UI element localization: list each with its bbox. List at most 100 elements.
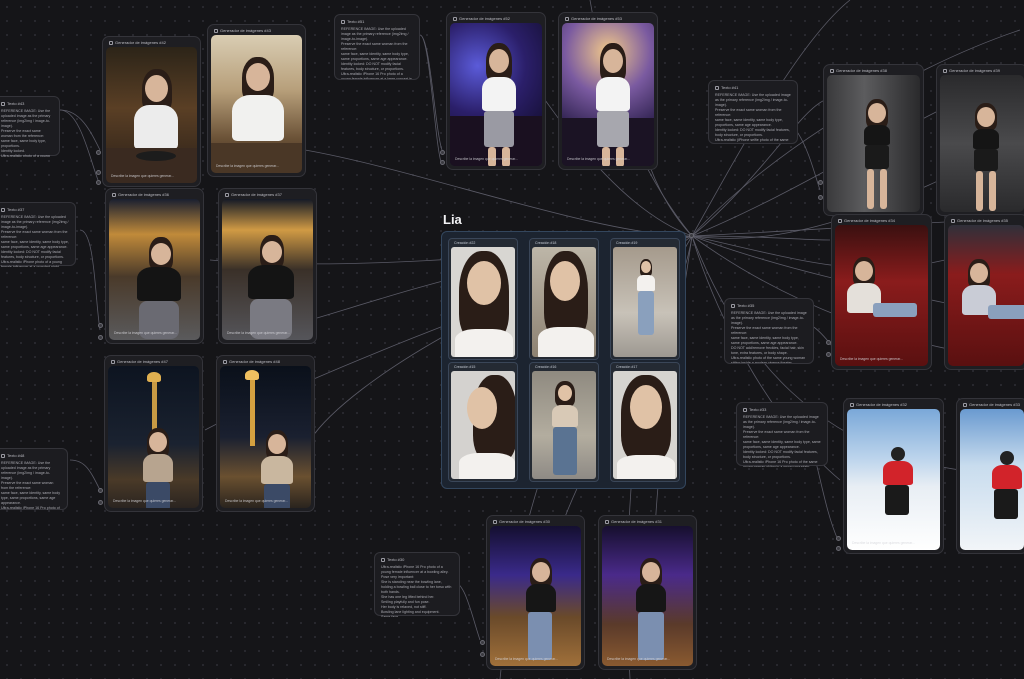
input-port[interactable] <box>836 546 841 551</box>
text-node-title: Texto #41 <box>721 85 739 90</box>
generated-image[interactable] <box>490 526 581 666</box>
image-generator-node[interactable]: Generador de imágenes #42 Describe la im… <box>102 36 201 187</box>
input-port[interactable] <box>98 500 103 505</box>
text-node-body: REFERENCE IMAGE: Use the uploaded image … <box>1 461 61 510</box>
image-generator-node[interactable]: Generador de imágenes #31 Describe la im… <box>598 515 697 670</box>
input-port[interactable] <box>836 536 841 541</box>
image-generator-node[interactable]: Generador de imágenes #33 <box>956 398 1024 554</box>
image-generator-node[interactable]: Generador de imágenes #52 Describe la im… <box>446 12 546 170</box>
prompt-caption: Describe la imagen que quieres generar..… <box>225 499 288 503</box>
input-port[interactable] <box>96 150 101 155</box>
text-node-body: REFERENCE IMAGE: Use the uploaded image … <box>1 215 69 267</box>
generated-image[interactable] <box>222 199 313 340</box>
input-port[interactable] <box>480 652 485 657</box>
generated-image[interactable] <box>108 366 199 508</box>
text-node-title: Texto #33 <box>749 407 767 412</box>
image-generator-node[interactable]: Generador de imágenes #35 <box>944 214 1024 370</box>
generated-image[interactable] <box>211 35 302 173</box>
generated-image[interactable] <box>827 75 920 212</box>
input-port[interactable] <box>818 195 823 200</box>
input-port[interactable] <box>98 335 103 340</box>
image-generator-node[interactable]: Generador de imágenes #43 Describe la im… <box>207 24 306 177</box>
creation-cell[interactable]: Creación #19 <box>610 238 680 360</box>
input-port[interactable] <box>96 180 101 185</box>
prompt-caption: Describe la imagen que quieres generar..… <box>455 157 518 161</box>
creation-cell[interactable]: Creación #15 <box>448 362 518 482</box>
image-generator-node[interactable]: Generador de imágenes #32 Describe la im… <box>843 398 944 554</box>
input-port[interactable] <box>440 150 445 155</box>
input-port[interactable] <box>96 170 101 175</box>
text-node[interactable]: Texto #48 REFERENCE IMAGE: Use the uploa… <box>0 448 68 510</box>
image-icon <box>453 16 457 21</box>
image-generator-node[interactable]: Generador de imágenes #53 Describe la im… <box>558 12 658 170</box>
node-title: Generador de imágenes #31 <box>611 519 662 524</box>
generated-image[interactable] <box>562 23 654 166</box>
generated-image[interactable] <box>450 23 542 166</box>
input-port[interactable] <box>480 640 485 645</box>
text-node[interactable]: Texto #43 REFERENCE IMAGE: Use the uploa… <box>0 96 60 157</box>
generated-image[interactable] <box>835 225 928 366</box>
text-node[interactable]: Texto #30 Ultra-realistic iPhone 16 Pro … <box>374 552 460 617</box>
image-generator-node[interactable]: Generador de imágenes #30 Describe la im… <box>486 515 585 670</box>
input-port[interactable] <box>826 352 831 357</box>
input-port[interactable] <box>826 340 831 345</box>
image-generator-node[interactable]: Generador de imágenes #47 Describe la im… <box>104 355 203 512</box>
image-icon <box>493 519 497 524</box>
input-port[interactable] <box>98 488 103 493</box>
text-node[interactable]: Texto #35 REFERENCE IMAGE: Use the uploa… <box>724 298 814 364</box>
prompt-caption: Describe la imagen que quieres generar..… <box>113 499 176 503</box>
text-node-body: REFERENCE IMAGE: Use the uploaded image … <box>731 311 807 363</box>
text-node-title: Texto #35 <box>737 303 755 308</box>
node-title: Generador de imágenes #48 <box>229 359 280 364</box>
prompt-caption: Describe la imagen que quieres generar..… <box>216 164 279 168</box>
image-icon <box>214 28 218 33</box>
generated-image[interactable] <box>847 409 940 550</box>
generated-image[interactable] <box>960 409 1024 550</box>
node-title: Generador de imágenes #35 <box>957 218 1008 223</box>
output-port[interactable] <box>689 233 694 238</box>
image-generator-node[interactable]: Generador de imágenes #38 <box>823 64 924 216</box>
creation-cell[interactable]: Creación #22 <box>448 238 518 360</box>
text-node[interactable]: Texto #37 REFERENCE IMAGE: Use the uploa… <box>0 202 76 267</box>
text-icon <box>381 557 385 562</box>
generated-image[interactable] <box>948 225 1024 366</box>
generated-image[interactable] <box>940 75 1024 212</box>
prompt-caption: Describe la imagen que quieres generar..… <box>227 331 290 335</box>
generated-image[interactable] <box>220 366 311 508</box>
input-port[interactable] <box>98 323 103 328</box>
input-port[interactable] <box>818 180 823 185</box>
generated-image[interactable] <box>109 199 200 340</box>
image-icon <box>223 359 227 364</box>
character-group[interactable]: Creación #22 Creación #18 Creación #19 C… <box>441 231 686 489</box>
node-title: Generador de imágenes #33 <box>969 402 1020 407</box>
text-node[interactable]: Texto #33 REFERENCE IMAGE: Use the uploa… <box>736 402 828 467</box>
text-node-title: Texto #51 <box>347 19 365 24</box>
generated-image[interactable] <box>106 47 197 183</box>
node-title: Generador de imágenes #53 <box>571 16 622 21</box>
generated-image[interactable] <box>602 526 693 666</box>
prompt-caption: Describe la imagen que quieres generar..… <box>111 174 174 178</box>
image-icon <box>850 402 854 407</box>
creation-cell[interactable]: Creación #18 <box>529 238 599 360</box>
image-icon <box>112 192 116 197</box>
image-generator-node[interactable]: Generador de imágenes #37 Describe la im… <box>218 188 317 344</box>
image-generator-node[interactable]: Generador de imágenes #39 <box>936 64 1024 216</box>
creation-label: Creación #18 <box>535 241 557 245</box>
text-node[interactable]: Texto #51 REFERENCE IMAGE: Use the uploa… <box>334 14 420 80</box>
image-icon <box>838 218 842 223</box>
image-generator-node[interactable]: Generador de imágenes #36 Describe la im… <box>105 188 204 344</box>
image-generator-node[interactable]: Generador de imágenes #34 Describe la im… <box>831 214 932 370</box>
prompt-caption: Describe la imagen que quieres generar..… <box>840 357 903 361</box>
text-node-title: Texto #30 <box>387 557 405 562</box>
prompt-caption: Describe la imagen que quieres generar..… <box>114 331 177 335</box>
image-icon <box>963 402 967 407</box>
image-generator-node[interactable]: Generador de imágenes #48 Describe la im… <box>216 355 315 512</box>
creation-label: Creación #15 <box>454 365 476 369</box>
creation-cell[interactable]: Creación #16 <box>529 362 599 482</box>
node-title: Generador de imágenes #32 <box>856 402 907 407</box>
image-icon <box>830 68 834 73</box>
creation-label: Creación #16 <box>535 365 557 369</box>
text-node[interactable]: Texto #41 REFERENCE IMAGE: Use the uploa… <box>708 80 798 144</box>
creation-cell[interactable]: Creación #17 <box>610 362 680 482</box>
input-port[interactable] <box>440 160 445 165</box>
